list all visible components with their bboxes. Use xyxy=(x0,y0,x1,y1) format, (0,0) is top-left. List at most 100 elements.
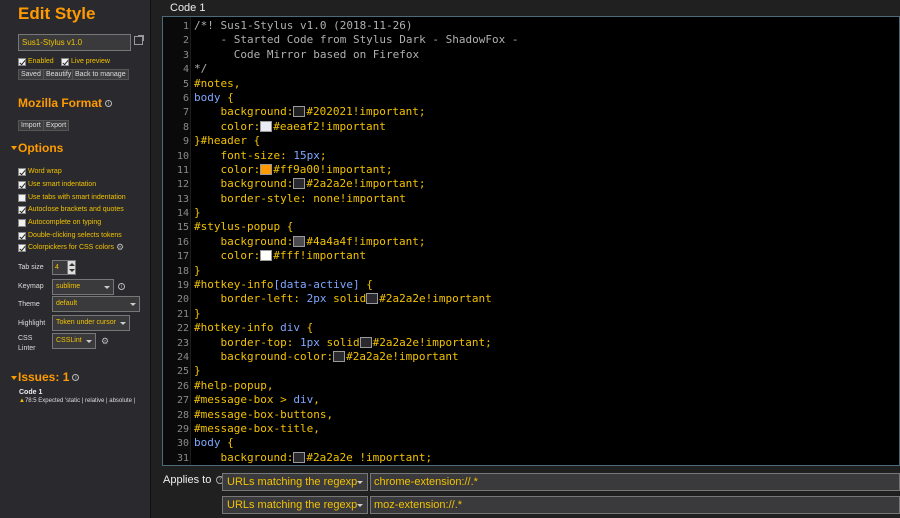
chevron-down-icon xyxy=(130,303,136,306)
code-line[interactable]: 8 color: #eaeaf2!important xyxy=(163,120,899,134)
code-text: color: #ff9a00!important; xyxy=(194,163,392,177)
checkbox[interactable] xyxy=(18,243,26,252)
theme-select[interactable]: default xyxy=(52,296,140,312)
external-link-icon[interactable] xyxy=(134,35,144,45)
beautify-button[interactable]: Beautify xyxy=(43,69,75,80)
code-line[interactable]: 23 border-top: 1px solid #2a2a2e!importan… xyxy=(163,336,899,350)
export-button[interactable]: Export xyxy=(43,120,70,131)
code-line[interactable]: 4 */ xyxy=(163,62,899,76)
code-token: 2px xyxy=(306,292,327,306)
color-swatch[interactable] xyxy=(293,106,306,118)
checkbox[interactable] xyxy=(18,205,26,214)
code-token: #2a2a2e!important xyxy=(379,292,492,306)
code-token: #notes, xyxy=(194,76,241,90)
checkbox[interactable] xyxy=(18,180,26,189)
code-token: #eaeaf2!important xyxy=(273,119,386,133)
code-text: #message-box-title, xyxy=(194,422,320,436)
back-to-manage-button[interactable]: Back to manage xyxy=(72,69,129,80)
color-swatch[interactable] xyxy=(293,178,306,190)
linter-gear-icon[interactable]: ⚙ xyxy=(101,336,109,347)
code-line[interactable]: 27 #message-box > div, xyxy=(163,393,899,407)
info-icon[interactable]: i xyxy=(72,374,80,382)
collapse-triangle-icon[interactable] xyxy=(11,146,17,150)
code-line[interactable]: 9}#header { xyxy=(163,134,899,148)
style-name-input[interactable] xyxy=(18,34,131,51)
code-line[interactable]: 31 background: #2a2a2e !important; xyxy=(163,451,899,465)
applies-type-select[interactable]: URLs matching the regexp xyxy=(222,496,368,514)
code-token: font-size: xyxy=(194,148,294,162)
linter-select[interactable]: CSSLint xyxy=(52,333,96,349)
tab-size-stepper[interactable]: 4 xyxy=(52,260,76,275)
code-line[interactable]: 12 background: #2a2a2e!important; xyxy=(163,177,899,191)
code-line[interactable]: 10 font-size: 15px; xyxy=(163,149,899,163)
editor-area: Code 1 1 /*! Sus1-Stylus v1.0 (2018-11-26… xyxy=(152,0,900,518)
applies-type-select[interactable]: URLs matching the regexp xyxy=(222,473,368,491)
issue-message-row[interactable]: ▲78:5 Expected 'static | relative | abso… xyxy=(19,398,135,404)
keymap-select[interactable]: sublime xyxy=(52,279,114,295)
checkbox[interactable] xyxy=(18,167,26,176)
code-line[interactable]: 6 body { xyxy=(163,91,899,105)
code-line[interactable]: 7 background: #202021!important; xyxy=(163,105,899,119)
code-line[interactable]: 5 #notes, xyxy=(163,77,899,91)
code-line[interactable]: 22 #hotkey-info div { xyxy=(163,321,899,335)
color-swatch[interactable] xyxy=(260,250,273,262)
code-line[interactable]: 3 Code Mirror based on Firefox xyxy=(163,48,899,62)
color-swatch[interactable] xyxy=(260,163,273,175)
gear-icon[interactable]: ⚙ xyxy=(116,242,124,252)
code-line[interactable]: 11 color: #ff9a00!important; xyxy=(163,163,899,177)
option-colorpickers[interactable]: Colorpickers for CSS colors ⚙ xyxy=(18,239,124,257)
color-swatch[interactable] xyxy=(333,350,346,362)
chevron-down-icon xyxy=(104,286,110,289)
code-line[interactable]: 16 background: #4a4a4f!important; xyxy=(163,235,899,249)
line-number: 13 xyxy=(176,193,189,205)
enabled-checkbox[interactable] xyxy=(18,57,26,66)
import-button[interactable]: Import xyxy=(18,120,44,131)
code-line[interactable]: 18} xyxy=(163,264,899,278)
options-heading[interactable]: Options xyxy=(18,141,63,155)
color-swatch[interactable] xyxy=(293,451,306,463)
code-line[interactable]: 25} xyxy=(163,364,899,378)
line-number: 4 xyxy=(182,64,189,76)
code-line[interactable]: 26 #help-popup, xyxy=(163,379,899,393)
line-number: 9 xyxy=(182,136,189,148)
code-token: border-style: xyxy=(194,191,314,205)
applies-value-input[interactable] xyxy=(370,496,900,514)
code-line[interactable]: 1 /*! Sus1-Stylus v1.0 (2018-11-26) xyxy=(163,19,899,33)
line-number: 12 xyxy=(176,179,189,191)
code-line[interactable]: 30 body { xyxy=(163,436,899,450)
line-number: 26 xyxy=(176,380,189,392)
highlight-value: Token under cursor xyxy=(56,319,116,326)
code-line[interactable]: 15 #stylus-popup { xyxy=(163,220,899,234)
color-swatch[interactable] xyxy=(293,235,306,247)
code-line[interactable]: 17 color: #fff!important xyxy=(163,249,899,263)
code-line[interactable]: 13 border-style: none!important xyxy=(163,192,899,206)
code-line[interactable]: 2 - Started Code from Stylus Dark - Shad… xyxy=(163,33,899,47)
color-swatch[interactable] xyxy=(359,336,372,348)
code-line[interactable]: 19 #hotkey-info[data-active] { xyxy=(163,278,899,292)
stepper-arrows-icon[interactable] xyxy=(67,261,75,274)
code-line[interactable]: 28 #message-box-buttons, xyxy=(163,408,899,422)
code-editor[interactable]: 1/*! Sus1-Stylus v1.0 (2018-11-26) 2 - St… xyxy=(162,16,900,466)
code-lines[interactable]: 1/*! Sus1-Stylus v1.0 (2018-11-26) 2 - St… xyxy=(163,19,899,465)
code-line[interactable]: 24 background-color: #2a2a2e!important xyxy=(163,350,899,364)
line-number: 30 xyxy=(176,438,189,450)
color-swatch[interactable] xyxy=(366,293,379,305)
saved-button[interactable]: Saved xyxy=(18,69,44,80)
highlight-select[interactable]: Token under cursor xyxy=(52,315,130,331)
collapse-triangle-icon[interactable] xyxy=(11,376,17,380)
line-number: 8 xyxy=(182,121,189,133)
keymap-info-icon[interactable]: i xyxy=(118,283,125,290)
checkbox[interactable] xyxy=(18,218,26,227)
code-token: } xyxy=(194,206,201,220)
code-line[interactable]: 21} xyxy=(163,307,899,321)
live-preview-checkbox[interactable] xyxy=(61,57,69,66)
code-line[interactable]: 29 #message-box-title, xyxy=(163,422,899,436)
code-line[interactable]: 20 border-left: 2px solid #2a2a2e!importa… xyxy=(163,292,899,306)
code-line[interactable]: 14} xyxy=(163,206,899,220)
issues-heading[interactable]: Issues: 1i xyxy=(18,370,80,384)
code-text: background: #2a2a2e!important; xyxy=(194,177,425,191)
code-text: border-top: 1px solid #2a2a2e!important; xyxy=(194,336,491,350)
color-swatch[interactable] xyxy=(260,120,273,132)
applies-value-input[interactable] xyxy=(370,473,900,491)
info-icon[interactable]: i xyxy=(105,100,113,108)
